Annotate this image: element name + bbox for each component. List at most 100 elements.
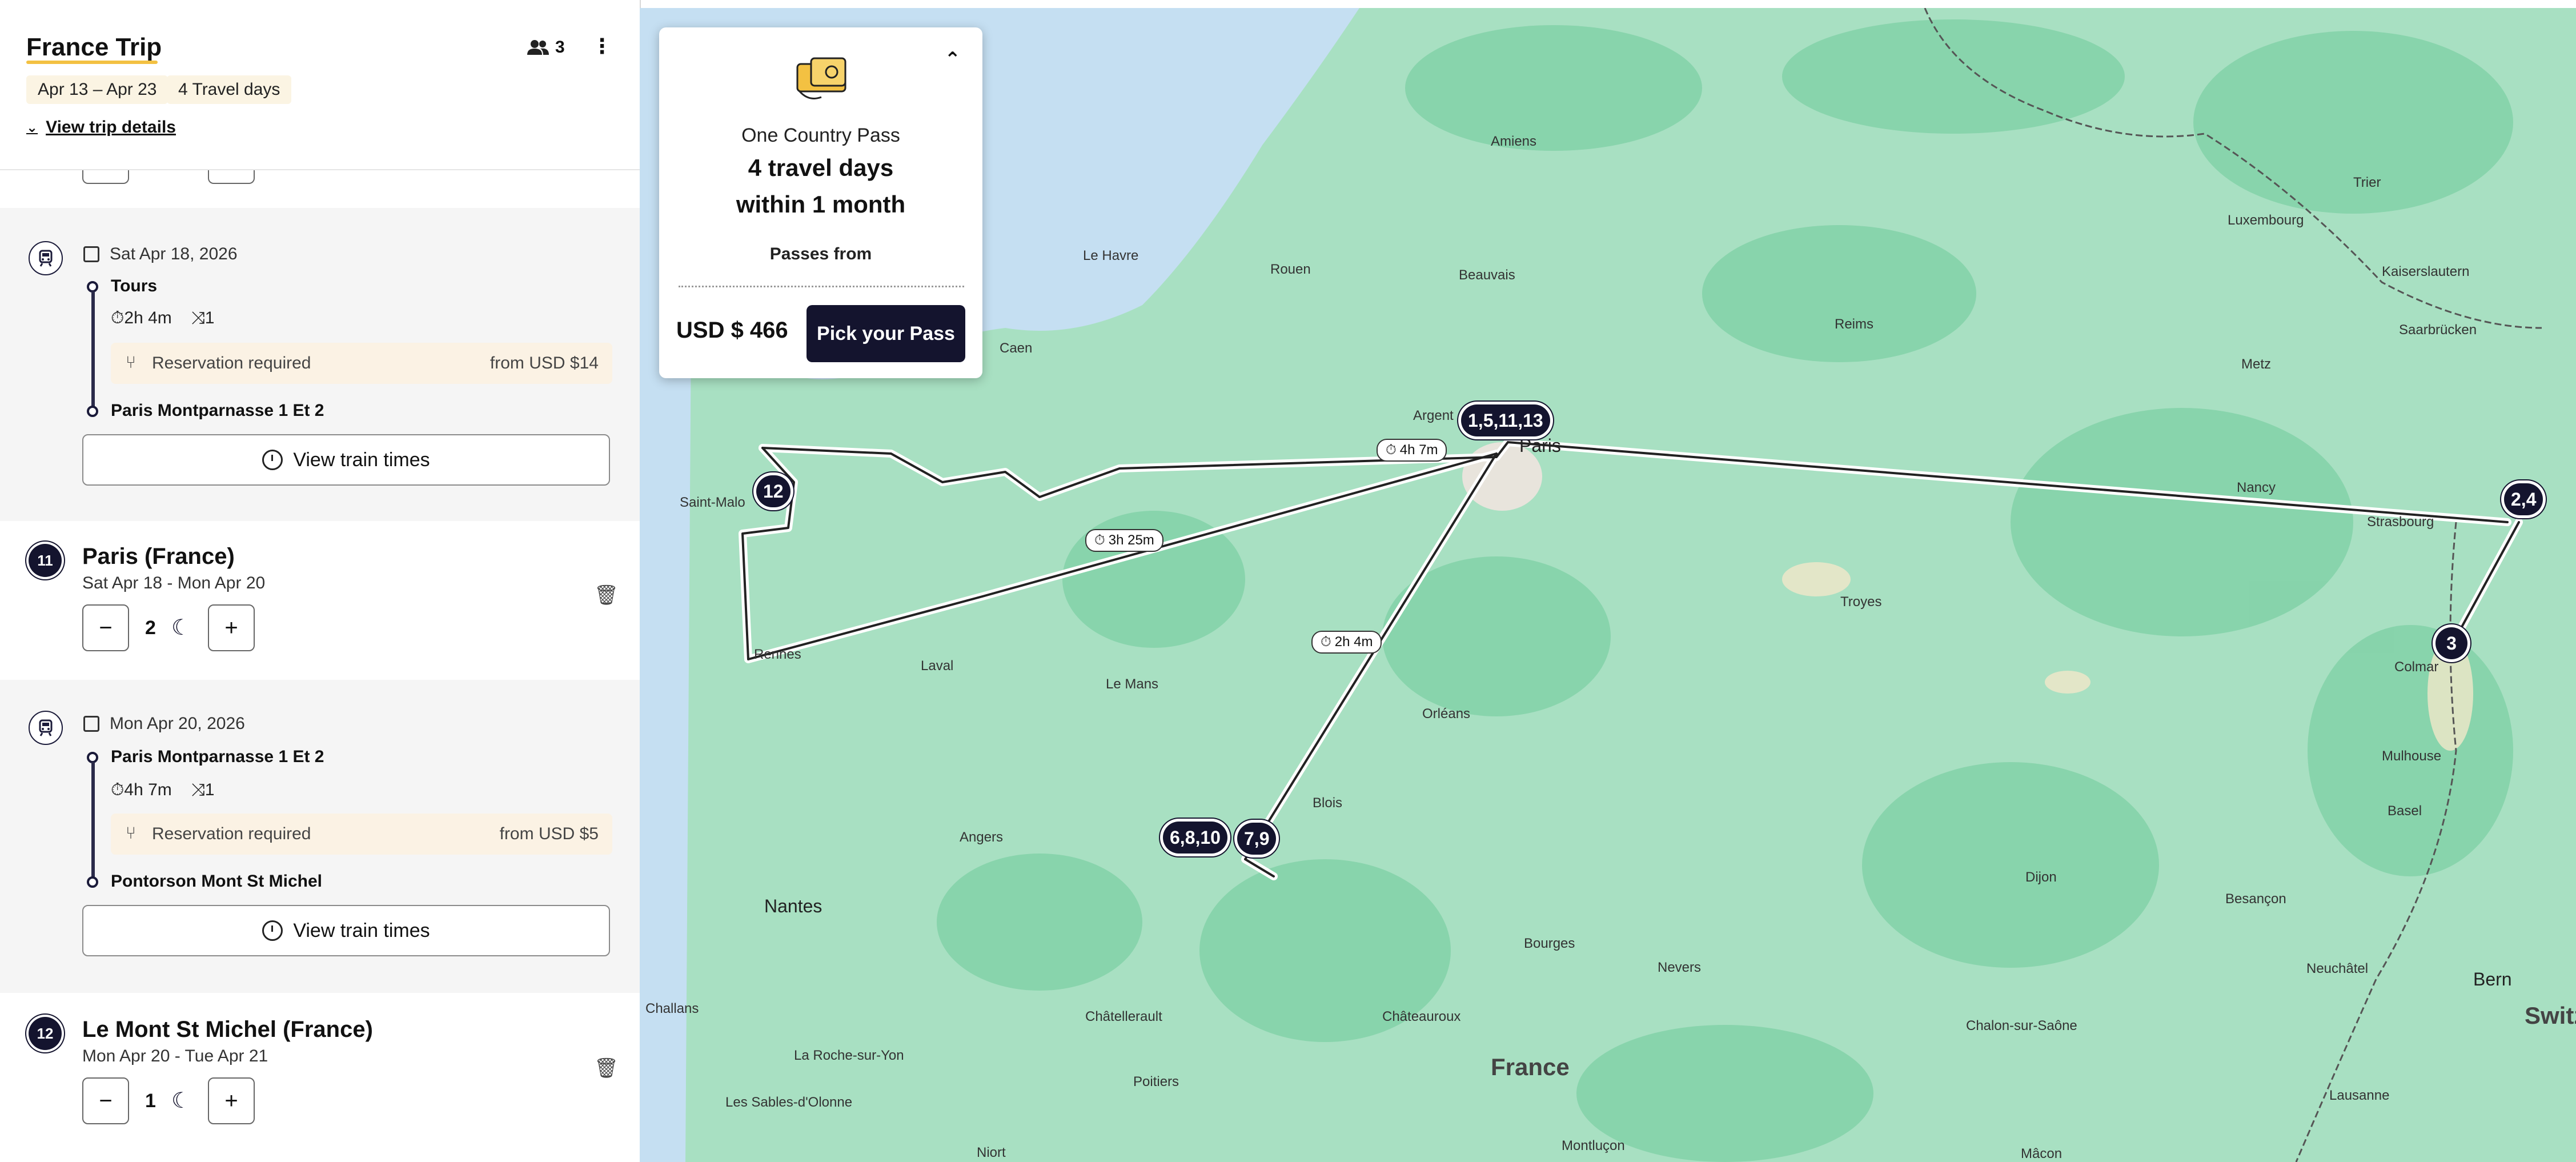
city-label: Nevers: [1658, 960, 1702, 975]
city-label: Amiens: [1491, 134, 1537, 149]
city-label: Niort: [977, 1145, 1006, 1160]
city-label: Dijon: [2025, 870, 2057, 885]
pass-ticket-icon: [796, 57, 846, 99]
city-label: Paris: [1519, 435, 1561, 456]
city-label: Reims: [1835, 316, 1874, 332]
collapse-chevron-icon[interactable]: ⌃: [945, 48, 961, 71]
country-label: Switz: [2525, 1002, 2576, 1029]
city-label: Mâcon: [2021, 1146, 2063, 1161]
stop-card: 11 Paris (France) Sat Apr 18 - Mon Apr 2…: [0, 521, 640, 680]
clock-icon: [262, 450, 283, 470]
stop-dates: Sat Apr 18 - Mon Apr 20: [82, 574, 266, 592]
previous-stop-stepper-partial: [0, 158, 640, 208]
stop-name: Paris (France): [82, 544, 235, 569]
city-label: Saarbrücken: [2399, 322, 2477, 338]
destination-station: Paris Montparnasse 1 Et 2: [111, 401, 324, 420]
city-label: Saint-Malo: [680, 495, 745, 510]
increase-nights-button[interactable]: +: [208, 604, 255, 651]
map-stop-badge[interactable]: 2,4: [2504, 483, 2543, 515]
city-label: Colmar: [2394, 659, 2439, 675]
train-leg: Sat Apr 18, 2026 Tours ⏱2h 4m ⤨1 ⑂ Reser…: [0, 208, 640, 521]
moon-icon: ☾: [171, 616, 191, 640]
moon-icon: ☾: [171, 1089, 191, 1113]
city-label: Poitiers: [1133, 1074, 1179, 1089]
map-stop-badge[interactable]: 7,9: [1237, 823, 1277, 855]
city-label: Basel: [2388, 803, 2422, 819]
trip-sidebar: France Trip 3 ⋮ Apr 13 – Apr 23 4 Travel…: [0, 0, 641, 1162]
city-label: Châteauroux: [1382, 1009, 1461, 1024]
city-label: Montluçon: [1562, 1138, 1625, 1153]
nights-count: 2: [145, 617, 156, 639]
delete-stop-icon[interactable]: 🗑: [594, 584, 619, 607]
train-icon: [29, 711, 63, 745]
train-icon: [29, 241, 63, 275]
view-trip-details-link[interactable]: ⌄ View trip details: [26, 118, 176, 137]
pass-name: One Country Pass: [741, 125, 900, 146]
city-label: Chalon-sur-Saône: [1966, 1018, 2077, 1033]
transfer-icon: ⤨1: [191, 780, 215, 799]
city-label: Lausanne: [2329, 1088, 2390, 1103]
reservation-price: from USD $5: [499, 824, 599, 843]
city-label: Caen: [1000, 340, 1033, 356]
nights-count: 1: [145, 1090, 156, 1112]
map-stop-badge[interactable]: 3: [2435, 627, 2467, 659]
map-stop-badge[interactable]: 12: [756, 475, 791, 507]
train-leg: Mon Apr 20, 2026 Paris Montparnasse 1 Et…: [0, 680, 640, 993]
city-label: Troyes: [1840, 594, 1882, 610]
route-duration-pill: ⏱ 4h 7m: [1377, 439, 1447, 462]
timer-icon: ⏱: [1321, 634, 1331, 650]
stop-dates: Mon Apr 20 - Tue Apr 21: [82, 1047, 268, 1065]
seat-icon: ⑂: [126, 353, 136, 372]
pass-headline-2: within 1 month: [736, 191, 906, 218]
city-label: Le Havre: [1083, 248, 1139, 263]
travelers-button[interactable]: 3: [527, 38, 565, 57]
route-line: [91, 291, 95, 411]
passes-from-label: Passes from: [769, 245, 872, 263]
country-label: France: [1491, 1053, 1570, 1080]
city-label: Neuchâtel: [2306, 961, 2369, 976]
destination-dot: [87, 876, 98, 888]
leg-date: Mon Apr 20, 2026: [83, 714, 245, 734]
stop-number: 11: [29, 544, 62, 577]
stop-name: Le Mont St Michel (France): [82, 1017, 373, 1042]
reservation-price: from USD $14: [489, 354, 599, 372]
reservation-notice: ⑂ Reservation required from USD $14: [111, 343, 612, 384]
city-label: Argent: [1413, 408, 1454, 423]
delete-stop-icon[interactable]: 🗑: [594, 1057, 619, 1080]
decrease-nights-button[interactable]: −: [82, 1077, 129, 1124]
seat-icon: ⑂: [126, 824, 136, 843]
map-stop-badge[interactable]: 1,5,11,13: [1461, 404, 1550, 436]
calendar-icon: [83, 716, 99, 732]
city-label: Rennes: [754, 647, 801, 662]
timer-icon: ⏱: [1094, 532, 1105, 548]
city-label: La Roche-sur-Yon: [794, 1048, 904, 1063]
city-label: Strasbourg: [2367, 514, 2434, 530]
city-label: Les Sables-d'Olonne: [725, 1095, 853, 1110]
pick-your-pass-button[interactable]: Pick your Pass: [806, 305, 965, 362]
city-label: Nantes: [764, 896, 822, 916]
trip-title: France Trip: [26, 33, 162, 64]
map-stop-badge[interactable]: 6,8,10: [1163, 822, 1227, 854]
view-train-times-button[interactable]: View train times: [82, 434, 610, 486]
city-label: Challans: [645, 1001, 699, 1016]
city-label: Mulhouse: [2382, 748, 2442, 764]
pass-card: ⌃ One Country Pass 4 travel days within …: [659, 27, 982, 378]
people-icon: [527, 40, 549, 55]
city-label: Nancy: [2237, 480, 2276, 495]
route-line: [91, 762, 95, 880]
leg-duration: ⏱2h 4m ⤨1: [111, 308, 215, 327]
origin-station: Tours: [111, 277, 158, 295]
pass-price: USD $ 466: [676, 318, 788, 343]
view-train-times-button[interactable]: View train times: [82, 905, 610, 956]
city-label: Angers: [960, 830, 1004, 845]
city-label: Beauvais: [1459, 267, 1515, 283]
decrease-nights-button[interactable]: −: [82, 604, 129, 651]
city-label: Trier: [2353, 175, 2381, 190]
leg-duration: ⏱4h 7m ⤨1: [111, 780, 215, 799]
trip-header: France Trip 3 ⋮ Apr 13 – Apr 23 4 Travel…: [0, 0, 640, 170]
city-label: Laval: [921, 658, 954, 674]
travelers-count: 3: [555, 38, 565, 57]
more-options-icon[interactable]: ⋮: [592, 34, 612, 58]
increase-nights-button[interactable]: +: [208, 1077, 255, 1124]
city-label: Bern: [2473, 969, 2512, 989]
